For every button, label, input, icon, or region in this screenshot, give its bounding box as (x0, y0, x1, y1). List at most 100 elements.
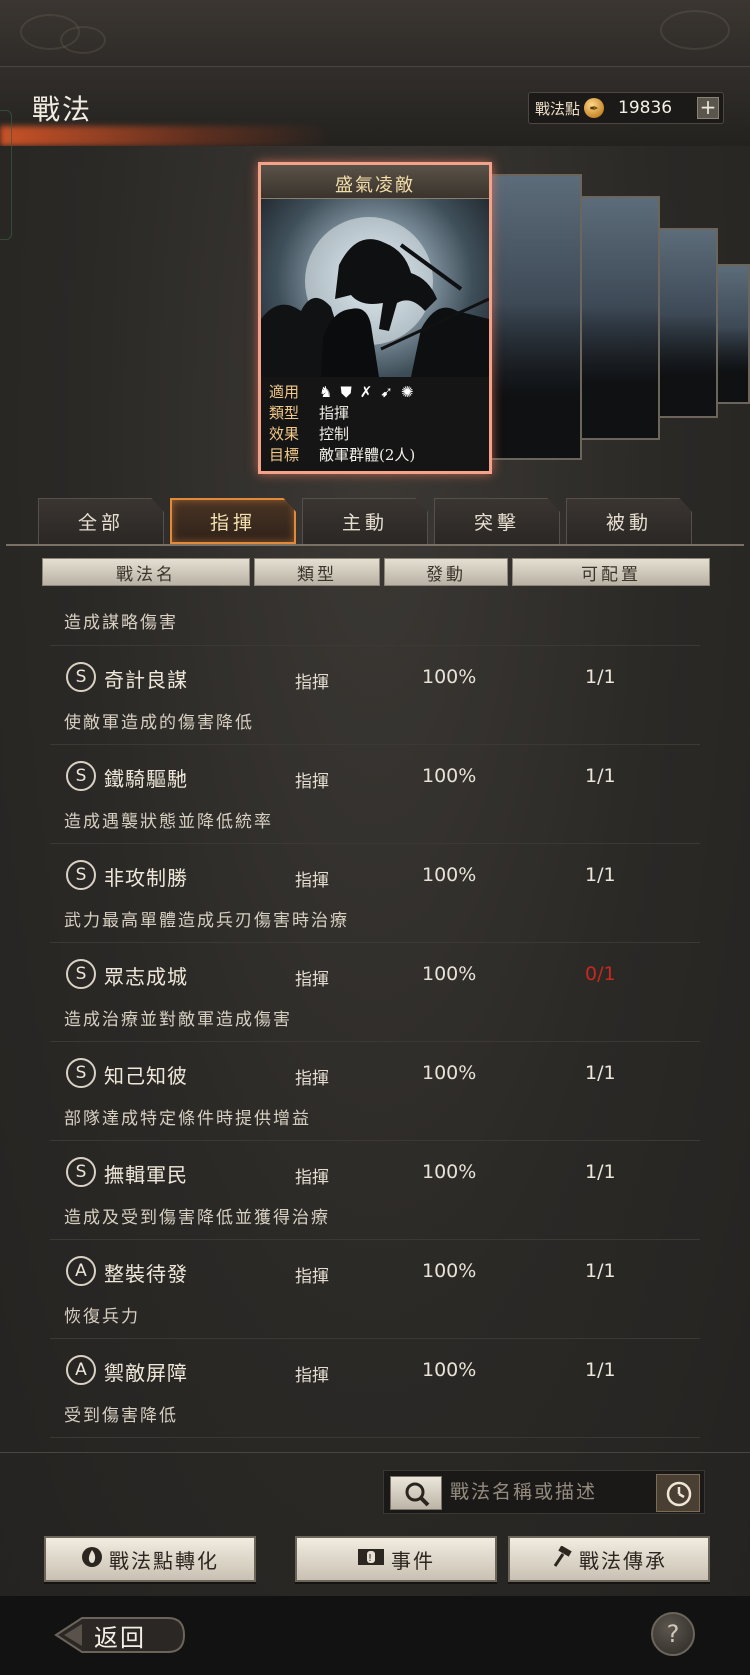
tactic-card-back[interactable] (490, 174, 582, 460)
tactic-row[interactable]: S 奇計良謀 指揮 100% 1/1 使敵軍造成的傷害降低 (50, 646, 700, 745)
tactic-inherit-button[interactable]: 戰法傳承 (508, 1536, 710, 1582)
info-value: 敵軍群體(2人) (319, 446, 416, 464)
back-label: 返回 (94, 1623, 146, 1652)
tactic-point-coin-icon: ✒ (584, 98, 605, 118)
tactic-name: 禦敵屏障 (104, 1361, 188, 1385)
tactic-name: 知己知彼 (104, 1064, 188, 1088)
page-title: 戰法 (32, 93, 93, 126)
spear-icon: ➹ (380, 382, 393, 401)
tactic-inherit-label: 戰法傳承 (579, 1548, 667, 1573)
side-drawer-handle[interactable] (0, 110, 12, 240)
list-item-description: 造成謀略傷害 (50, 600, 700, 646)
battle-silhouette (261, 217, 489, 377)
troop-type-icons: ♞ ⛊ ✗ ➹ ✺ (319, 383, 413, 401)
info-key: 效果 (269, 425, 300, 443)
card-row-effect: 效果 控制 (269, 423, 481, 444)
tactic-description: 部隊達成特定條件時提供增益 (64, 1109, 311, 1129)
card-artwork (261, 199, 489, 377)
tactic-slots: 1/1 (585, 864, 616, 886)
tactic-card-back[interactable] (580, 196, 660, 440)
info-key: 類型 (269, 404, 300, 422)
tactic-name: 整裝待發 (104, 1262, 188, 1286)
header-glow (0, 126, 330, 146)
event-button[interactable]: ! 事件 (295, 1536, 497, 1582)
grade-badge: S (66, 1058, 96, 1088)
tactic-rate: 100% (422, 1062, 477, 1084)
tactic-rate: 100% (422, 765, 477, 787)
grade-badge: S (66, 662, 96, 692)
tactic-type: 指揮 (295, 1168, 329, 1188)
tab-assault[interactable]: 突擊 (434, 498, 560, 544)
grade-badge: S (66, 959, 96, 989)
tactic-type: 指揮 (295, 1366, 329, 1386)
tactic-description: 受到傷害降低 (64, 1406, 178, 1426)
info-key: 適用 (269, 383, 300, 401)
tab-all[interactable]: 全部 (38, 498, 164, 544)
tactic-row[interactable]: S 非攻制勝 指揮 100% 1/1 武力最高單體造成兵刃傷害時治療 (50, 844, 700, 943)
top-banner (0, 0, 750, 66)
card-row-target: 目標 敵軍群體(2人) (269, 444, 481, 465)
tactic-row[interactable]: S 知己知彼 指揮 100% 1/1 部隊達成特定條件時提供增益 (50, 1042, 700, 1141)
tactic-type: 指揮 (295, 1267, 329, 1287)
tactic-slots: 1/1 (585, 666, 616, 688)
tactic-slots: 1/1 (585, 1359, 616, 1381)
svg-text:!: ! (368, 1553, 374, 1564)
flame-icon (81, 1546, 103, 1573)
selected-tactic-card[interactable]: 盛氣凌敵 適用 ♞ ⛊ ✗ ➹ ✺ 類型 指揮 效果 控制 目標 敵軍群體(2人… (258, 162, 492, 474)
list-bottom-divider (0, 1452, 750, 1453)
tactic-slots: 1/1 (585, 1062, 616, 1084)
column-name-header[interactable]: 戰法名 (42, 558, 250, 586)
convert-points-button[interactable]: 戰法點轉化 (44, 1536, 256, 1582)
card-row-applicable: 適用 ♞ ⛊ ✗ ➹ ✺ (269, 381, 481, 402)
card-row-type: 類型 指揮 (269, 402, 481, 423)
cavalry-icon: ♞ (319, 382, 333, 401)
search-bar (383, 1470, 705, 1514)
tactic-row[interactable]: S 撫輯軍民 指揮 100% 1/1 造成及受到傷害降低並獲得治療 (50, 1141, 700, 1240)
tactic-type: 指揮 (295, 673, 329, 693)
tactic-name: 奇計良謀 (104, 668, 188, 692)
column-slots-header[interactable]: 可配置 (512, 558, 710, 586)
bow-icon: ✗ (359, 382, 373, 401)
info-value: 指揮 (319, 404, 350, 422)
history-button[interactable] (656, 1474, 700, 1512)
search-input[interactable] (450, 1471, 640, 1513)
tactic-description: 造成及受到傷害降低並獲得治療 (64, 1208, 330, 1228)
info-key: 目標 (269, 446, 300, 464)
tactic-name: 眾志成城 (104, 965, 188, 989)
tactic-row[interactable]: S 鐵騎驅馳 指揮 100% 1/1 造成遇襲狀態並降低統率 (50, 745, 700, 844)
tactic-name: 撫輯軍民 (104, 1163, 188, 1187)
tactic-rate: 100% (422, 1260, 477, 1282)
tab-active[interactable]: 主動 (302, 498, 428, 544)
hammer-icon (551, 1544, 573, 1573)
tactic-row[interactable]: A 整裝待發 指揮 100% 1/1 恢復兵力 (50, 1240, 700, 1339)
tactic-type: 指揮 (295, 871, 329, 891)
help-button[interactable]: ? (651, 1612, 695, 1656)
column-rate-header[interactable]: 發動 (384, 558, 508, 586)
tactic-description: 造成治療並對敵軍造成傷害 (64, 1010, 292, 1030)
tactic-rate: 100% (422, 1161, 477, 1183)
tactic-slots: 0/1 (585, 963, 616, 985)
search-button[interactable] (390, 1476, 442, 1510)
tactic-card-back[interactable] (656, 228, 718, 418)
grade-badge: A (66, 1256, 96, 1286)
shield-icon: ⛊ (340, 382, 352, 401)
convert-points-label: 戰法點轉化 (109, 1548, 219, 1573)
points-value: 19836 (618, 98, 673, 118)
add-points-button[interactable]: + (697, 97, 719, 119)
magnifier-icon (405, 1482, 430, 1507)
tab-command[interactable]: 指揮 (170, 498, 296, 544)
tactic-rate: 100% (422, 1359, 477, 1381)
tactic-description: 恢復兵力 (64, 1307, 140, 1327)
grade-badge: S (66, 1157, 96, 1187)
tactic-description: 武力最高單體造成兵刃傷害時治療 (64, 911, 349, 931)
back-button[interactable]: 返回 (52, 1614, 188, 1656)
tactic-row[interactable]: A 禦敵屏障 指揮 100% 1/1 受到傷害降低 (50, 1339, 700, 1438)
tab-passive[interactable]: 被動 (566, 498, 692, 544)
column-type-header[interactable]: 類型 (254, 558, 380, 586)
category-tabs: 全部 指揮 主動 突擊 被動 (38, 498, 692, 544)
tactic-row[interactable]: S 眾志成城 指揮 100% 0/1 造成治療並對敵軍造成傷害 (50, 943, 700, 1042)
grade-badge: S (66, 860, 96, 890)
clock-icon (666, 1481, 692, 1507)
cloud-ornament (660, 10, 730, 50)
tactic-name: 非攻制勝 (104, 866, 188, 890)
